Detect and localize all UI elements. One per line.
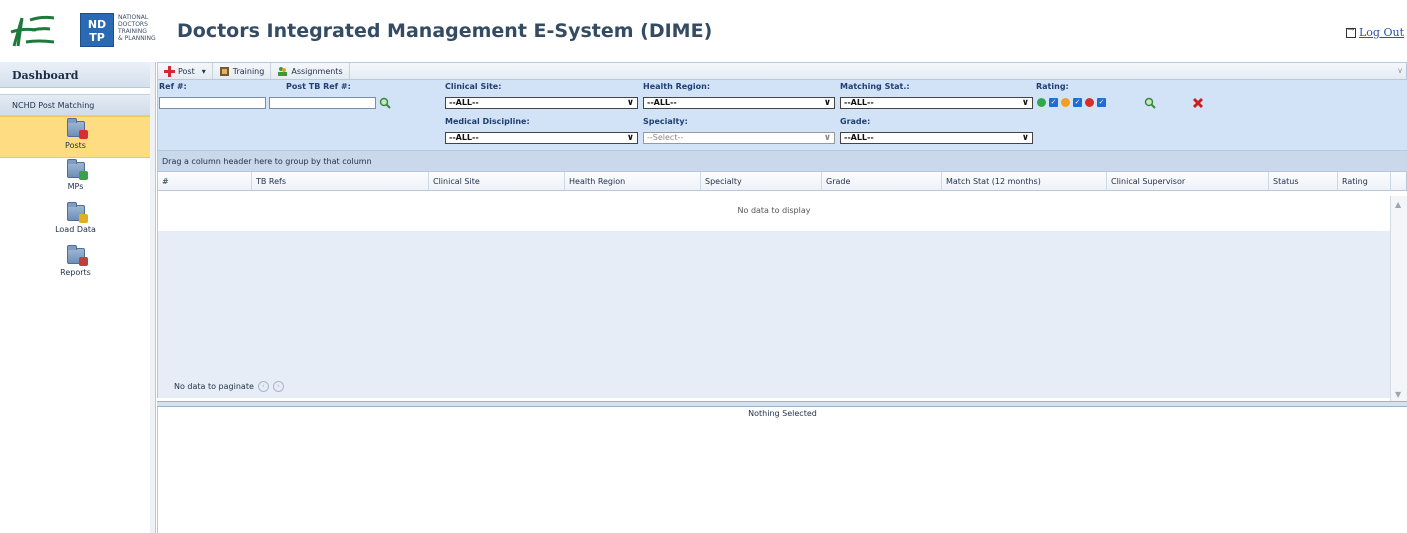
collapse-chevron-icon[interactable]: ∨: [1397, 66, 1403, 75]
column-header-grade[interactable]: Grade: [822, 172, 942, 191]
sidebar-item-reports[interactable]: Reports: [0, 244, 151, 287]
grid-scrollbar[interactable]: ▲ ▼: [1390, 196, 1407, 403]
rating-label: Rating:: [1036, 82, 1069, 91]
posts-folder-icon: [66, 118, 88, 139]
sidebar-item-label: Reports: [60, 268, 91, 277]
training-button[interactable]: Training: [213, 63, 272, 79]
reports-folder-icon: [66, 245, 88, 266]
column-header-specialty[interactable]: Specialty: [701, 172, 822, 191]
main-panel: Post ▾ Training Assignments ∨ Ref #: Pos…: [157, 62, 1407, 533]
column-header-match-stat[interactable]: Match Stat (12 months): [942, 172, 1107, 191]
users-icon: [278, 66, 288, 76]
ndtp-logo: ND TP: [80, 13, 114, 47]
column-header-tb-refs[interactable]: TB Refs: [252, 172, 429, 191]
column-header-clinical-supervisor[interactable]: Clinical Supervisor: [1107, 172, 1269, 191]
grade-label: Grade:: [840, 117, 871, 126]
pager: No data to paginate ‹ ›: [174, 381, 284, 392]
pager-text: No data to paginate: [174, 382, 254, 391]
grid-body: No data to paginate ‹ ›: [157, 231, 1390, 398]
grid-header: # TB Refs Clinical Site Health Region Sp…: [157, 171, 1407, 191]
red-rating-icon: [1085, 98, 1094, 107]
prev-page-icon[interactable]: ‹: [257, 381, 269, 392]
toolbar: Post ▾ Training Assignments ∨: [157, 62, 1407, 80]
medical-discipline-select[interactable]: --ALL-- ∨: [445, 132, 638, 144]
logout-icon: [1346, 25, 1356, 38]
matching-stat-select[interactable]: --ALL-- ∨: [840, 97, 1033, 109]
chevron-down-icon: ∨: [626, 98, 634, 108]
chevron-down-icon: ▾: [201, 66, 206, 76]
column-header-number[interactable]: #: [158, 172, 252, 191]
post-tb-ref-label: Post TB Ref #:: [286, 82, 351, 91]
amber-rating-icon: [1061, 98, 1070, 107]
chevron-down-icon: ∨: [1021, 98, 1029, 108]
group-by-bar[interactable]: Drag a column header here to group by th…: [157, 150, 1407, 171]
post-label: Post: [178, 66, 195, 76]
green-rating-icon: [1037, 98, 1046, 107]
app-title: Doctors Integrated Management E-System (…: [177, 20, 713, 42]
chevron-down-icon: ∨: [823, 98, 831, 108]
clinical-site-select[interactable]: --ALL-- ∨: [445, 97, 638, 109]
clear-filters-icon[interactable]: [1192, 97, 1204, 109]
column-header-rating[interactable]: Rating: [1338, 172, 1391, 191]
sidebar-splitter[interactable]: [150, 62, 156, 533]
app-header: ND TP NATIONAL DOCTORS TRAINING & PLANNIN…: [0, 0, 1407, 62]
dashboard-header[interactable]: Dashboard: [0, 62, 150, 88]
column-header-status[interactable]: Status: [1269, 172, 1338, 191]
post-tb-ref-input[interactable]: [269, 97, 376, 109]
scroll-up-icon[interactable]: ▲: [1395, 200, 1401, 209]
filter-panel: Ref #: Post TB Ref #: Clinical Site: --A…: [157, 80, 1407, 150]
specialty-label: Specialty:: [643, 117, 688, 126]
red-cross-icon: [164, 65, 175, 77]
search-icon[interactable]: [379, 97, 391, 109]
sidebar: Dashboard NCHD Post Matching Posts MPs L…: [0, 62, 151, 533]
chevron-down-icon: ∨: [626, 133, 634, 143]
assignments-button[interactable]: Assignments: [271, 63, 350, 79]
training-icon: [219, 66, 229, 76]
ndtp-logo-text: NATIONAL DOCTORS TRAINING & PLANNING: [118, 14, 156, 42]
specialty-select[interactable]: --Select-- ∨: [643, 132, 835, 144]
assignments-label: Assignments: [291, 66, 343, 76]
sidebar-item-label: Load Data: [55, 225, 96, 234]
sidebar-item-mps[interactable]: MPs: [0, 158, 151, 201]
grade-select[interactable]: --ALL-- ∨: [840, 132, 1033, 144]
column-header-health-region[interactable]: Health Region: [565, 172, 701, 191]
chevron-down-icon: ∨: [823, 133, 831, 143]
nothing-selected-text: Nothing Selected: [748, 409, 817, 418]
sidebar-item-load-data[interactable]: Load Data: [0, 201, 151, 244]
health-region-select[interactable]: --ALL-- ∨: [643, 97, 835, 109]
training-label: Training: [232, 66, 265, 76]
rating-filter: ✓ ✓ ✓: [1037, 98, 1106, 107]
ref-label: Ref #:: [159, 82, 187, 91]
chevron-down-icon: ∨: [1021, 133, 1029, 143]
post-menu-button[interactable]: Post ▾: [158, 63, 213, 79]
nchd-post-matching-group[interactable]: NCHD Post Matching: [0, 94, 150, 116]
search-icon[interactable]: [1144, 97, 1156, 109]
logout-link[interactable]: Log Out: [1346, 25, 1404, 39]
detail-panel: Nothing Selected: [157, 407, 1407, 533]
logout-label[interactable]: Log Out: [1359, 26, 1404, 39]
scroll-down-icon[interactable]: ▼: [1395, 390, 1401, 399]
sidebar-item-label: MPs: [67, 182, 84, 191]
sidebar-item-posts[interactable]: Posts: [0, 116, 151, 158]
mps-folder-icon: [66, 159, 88, 180]
medical-discipline-label: Medical Discipline:: [445, 117, 530, 126]
red-rating-checkbox[interactable]: ✓: [1097, 98, 1106, 107]
no-data-message: No data to display: [157, 191, 1390, 231]
column-header-clinical-site[interactable]: Clinical Site: [429, 172, 565, 191]
load-data-folder-icon: [66, 202, 88, 223]
clinical-site-label: Clinical Site:: [445, 82, 502, 91]
health-region-label: Health Region:: [643, 82, 711, 91]
amber-rating-checkbox[interactable]: ✓: [1073, 98, 1082, 107]
matching-stat-label: Matching Stat.:: [840, 82, 910, 91]
hse-logo: [10, 15, 55, 47]
sidebar-item-label: Posts: [65, 141, 86, 150]
ref-input[interactable]: [159, 97, 266, 109]
next-page-icon[interactable]: ›: [272, 381, 284, 392]
green-rating-checkbox[interactable]: ✓: [1049, 98, 1058, 107]
